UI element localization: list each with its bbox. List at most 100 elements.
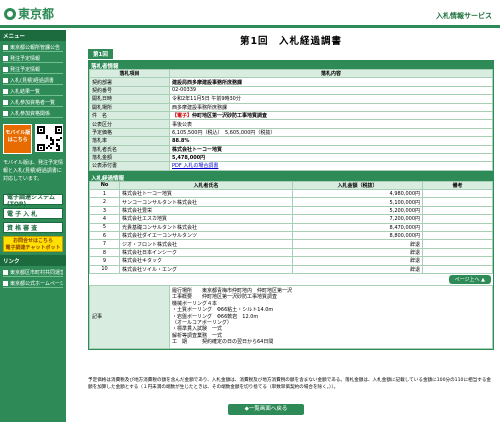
sidebar-item-0[interactable]: 東京都公報所管課公告 xyxy=(3,43,63,52)
info-value: 西多摩建設事務所庶務課 xyxy=(169,102,493,112)
sidebar-link-0[interactable]: 電子調達システム(TOP) xyxy=(3,194,63,208)
info-value-text: 令和2年11月5日 午前9時30分 xyxy=(172,96,241,103)
remarks-line: 工 期 契約確定の日の翌日から64日間 xyxy=(172,339,274,346)
external-link-0[interactable]: 東京都区市町村共同運営 xyxy=(3,268,63,277)
info-row: 件 名【電子】仲町地区第一沢砂防工事地質調査 xyxy=(89,110,493,121)
main-content: 第1回 入札経過調書 第1回 落札者情報 落札項目 落札内容 契約部署 建設局西多… xyxy=(88,30,494,350)
bid-note xyxy=(422,247,493,258)
info-label: 契約番号 xyxy=(89,85,170,96)
sidebar-item-3[interactable]: 入札(見積)経過調書 xyxy=(3,76,63,85)
bid-amount: 8,800,000円 xyxy=(292,231,423,241)
external-link-1[interactable]: 東京都公式ホームページ xyxy=(3,279,63,288)
bidder-name: 株式会社キタック xyxy=(119,256,293,266)
info-row: 開札場所 西多摩建設事務所庶務課 xyxy=(89,102,493,112)
sidebar-links-title: リンク xyxy=(0,255,66,266)
tokyo-emblem-icon xyxy=(4,7,16,20)
info-value: 建設局西多摩建設事務所庶務課 xyxy=(169,77,493,87)
info-label: 開札場所 xyxy=(89,102,170,112)
bid-amount: 辞退 xyxy=(292,264,423,275)
info-value: 【電子】仲町地区第一沢砂防工事地質調査 xyxy=(169,110,493,121)
logo-text: 東京都 xyxy=(18,7,55,21)
mobile-version-button[interactable]: モバイル版はこちら xyxy=(3,124,33,154)
tokyo-logo[interactable]: 東京都 xyxy=(4,5,54,22)
tab-round-1[interactable]: 第1回 xyxy=(88,49,113,59)
bid-note xyxy=(422,239,493,249)
bid-row: 2 サンコーコンサルタント株式会社 5,100,000円 xyxy=(89,197,493,207)
winner-info-table: 落札項目 落札内容 契約部署 建設局西多摩建設事務所庶務課 契約番号 02-00339… xyxy=(89,68,493,171)
bullet-icon xyxy=(3,66,8,72)
sidebar-link-1[interactable]: 電 子 入 札 xyxy=(3,208,63,219)
bid-no: 8 xyxy=(89,247,120,258)
bidder-name: 株式会社豊栄 xyxy=(119,205,293,216)
info-value: 5,478,000円 xyxy=(169,152,493,163)
bid-no: 3 xyxy=(89,205,120,216)
page-top-button[interactable]: ページ上へ ▲ xyxy=(448,274,491,284)
bid-note xyxy=(422,197,493,207)
winner-info-panel: 落札者情報 落札項目 落札内容 契約部署 建設局西多摩建設事務所庶務課 契約番号 02… xyxy=(88,60,494,172)
chatbot-inquiry-button[interactable]: お問合せはこちら 電子調達チャットボット xyxy=(3,236,63,252)
bidder-name: 株式会社エスカ地質 xyxy=(119,214,293,224)
bid-row: 6 株式会社ダイエーコンサルタンツ 8,800,000円 xyxy=(89,231,493,241)
subject-text: 仲町地区第一沢砂防工事地質調査 xyxy=(192,113,268,120)
chatbot-button-line1: お問合せはこちら xyxy=(12,238,53,244)
bid-note xyxy=(422,205,493,216)
info-value-text: 88.8% xyxy=(172,137,190,144)
page-title: 第1回 入札経過調書 xyxy=(239,36,343,47)
info-value-text: 6,105,500円（税込） 5,605,000円（税抜） xyxy=(172,129,276,136)
bid-amount: 辞退 xyxy=(292,247,423,258)
sidebar-item-6[interactable]: 入札参加資格関係 xyxy=(3,109,63,118)
info-label: 開札日時 xyxy=(89,94,170,104)
info-value: PDF 入札の場合調書 xyxy=(169,161,493,171)
bidder-name: サンコーコンサルタント株式会社 xyxy=(119,197,293,207)
bullet-icon xyxy=(3,99,8,105)
sidebar-item-label: 入札結果一覧 xyxy=(10,88,41,95)
bid-no: 10 xyxy=(89,264,120,275)
back-to-list-button[interactable]: ◆一覧画面へ戻る xyxy=(228,404,304,415)
bullet-icon xyxy=(3,110,8,116)
bullet-icon xyxy=(3,55,8,61)
info-value: 02-00339 xyxy=(169,85,493,96)
info-label: 公表添付書 xyxy=(89,161,170,171)
bid-amount: 8,470,000円 xyxy=(292,222,423,233)
info-label: 予定価格 xyxy=(89,127,170,138)
info-value: 6,105,500円（税込） 5,605,000円（税抜） xyxy=(169,127,493,138)
info-value-text: 建設局西多摩建設事務所庶務課 xyxy=(172,79,243,86)
bid-no: 7 xyxy=(89,239,120,249)
bid-amount: 5,100,000円 xyxy=(292,197,423,207)
bidder-name: 株式会社ダイエーコンサルタンツ xyxy=(119,231,293,241)
info-row: 予定価格 6,105,500円（税込） 5,605,000円（税抜） xyxy=(89,127,493,138)
sidebar-link-2[interactable]: 資 格 審 査 xyxy=(3,222,63,233)
info-value-text: 西多摩建設事務所庶務課 xyxy=(172,104,228,111)
bid-note xyxy=(422,222,493,233)
bid-no: 2 xyxy=(89,197,120,207)
bullet-icon xyxy=(3,88,8,94)
info-label: 落札金額 xyxy=(89,152,170,163)
bidder-name: ジオ・フロント株式会社 xyxy=(119,239,293,249)
sidebar-item-4[interactable]: 入札結果一覧 xyxy=(3,87,63,96)
bid-col-amount: 入札金額（税抜） xyxy=(292,180,423,191)
sidebar-item-1[interactable]: 発注予定情報 xyxy=(3,54,63,63)
info-row: 公表区分 事後公表 xyxy=(89,119,493,129)
electronic-tag: 【電子】 xyxy=(172,113,193,120)
bullet-icon xyxy=(3,77,8,83)
info-row: 落札率 88.8% xyxy=(89,136,493,146)
bid-col-no: No xyxy=(89,180,120,191)
info-value-text: 5,478,000円 xyxy=(172,155,206,162)
sidebar: メニュー 東京都公報所管課公告 発注予定情報 発注予定情報 入札(見積)経過調書 入札結… xyxy=(0,30,66,422)
bid-row: 4 株式会社エスカ地質 7,200,000円 xyxy=(89,214,493,224)
bid-amount: 4,980,000円 xyxy=(292,189,423,199)
info-label: 契約部署 xyxy=(89,77,170,87)
bidder-name: 株式会社日本インシーク xyxy=(119,247,293,258)
bidder-name: 株式会社ソイル・エング xyxy=(119,264,293,275)
info-value: 令和2年11月5日 午前9時30分 xyxy=(169,94,493,104)
remarks-table: 記事 履行場所 東京都青梅市仲町地内 仲町地区第一沢 工事概要 仲町地区第一沢砂防… xyxy=(89,284,493,349)
sidebar-item-label: 東京都公報所管課公告 xyxy=(10,44,61,51)
chatbot-button-line2: 電子調達チャットボット xyxy=(5,245,61,251)
bidder-name: 光貴基礎コンサルタント株式会社 xyxy=(119,222,293,233)
sidebar-item-2[interactable]: 発注予定情報 xyxy=(3,65,63,74)
pdf-link[interactable]: PDF 入札の場合調書 xyxy=(172,163,218,169)
bid-table: No 入札者氏名 入札金額（税抜） 備考 1 株式会社トーコー地質 4,980,00… xyxy=(89,180,493,275)
sidebar-item-label: 発注予定情報 xyxy=(10,66,41,73)
sidebar-item-5[interactable]: 入札参加資格者一覧 xyxy=(3,98,63,107)
mobile-button-label: モバイル版はこちら xyxy=(5,130,31,143)
